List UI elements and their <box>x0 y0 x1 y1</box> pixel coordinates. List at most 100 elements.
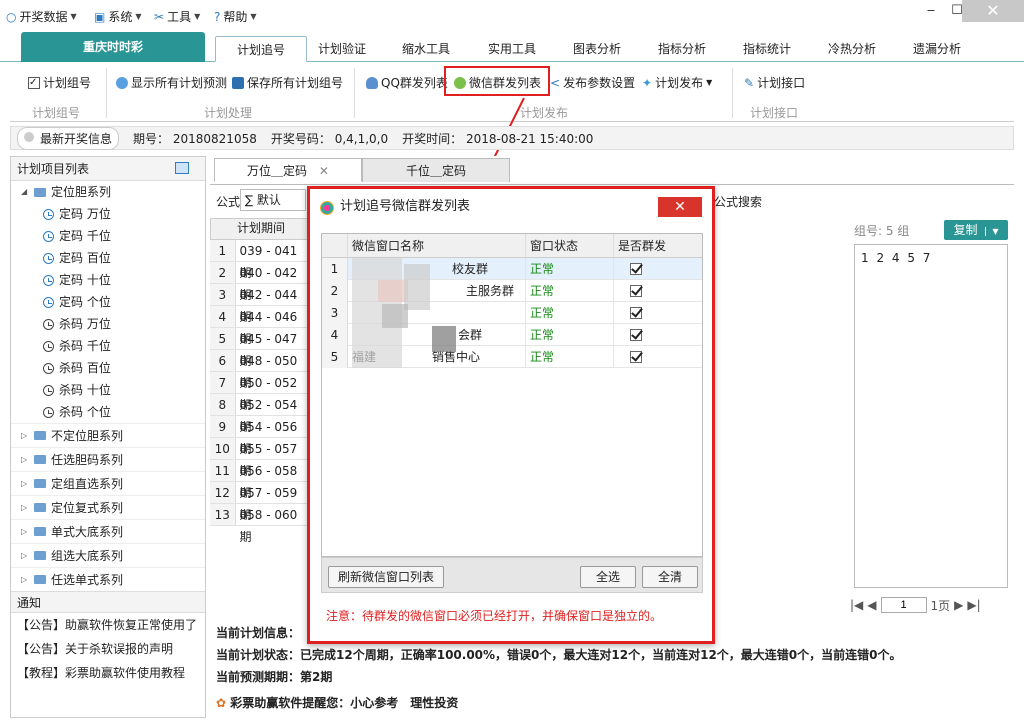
show-all-predictions-button[interactable]: 显示所有计划预测 <box>116 74 227 91</box>
sidebar-item-shama-0[interactable]: 杀码 万位 <box>11 313 205 335</box>
menu-system[interactable]: ▣ 系统 ▼ <box>94 8 142 25</box>
table-row[interactable]: 6 048 - 050期 <box>210 350 308 390</box>
tree-node-collapsed[interactable]: ▷ 定组直选系列 <box>11 471 205 495</box>
latest-draw-label[interactable]: 最新开奖信息 <box>17 126 120 150</box>
table-row[interactable]: 4 044 - 046期 <box>210 306 308 346</box>
copy-button[interactable]: 复制 ▼ <box>944 220 1008 240</box>
clear-all-button[interactable]: 全清 <box>642 566 698 588</box>
tree-node-collapsed[interactable]: ▷ 定位复式系列 <box>11 495 205 519</box>
tab-plan-chase[interactable]: 计划追号 <box>215 36 307 62</box>
subtab-qian-dingma[interactable]: 千位＿定码 <box>362 158 510 182</box>
sidebar-item-shama-1[interactable]: 杀码 千位 <box>11 335 205 357</box>
checkbox-checked-icon[interactable] <box>630 307 642 319</box>
col-header-window-state[interactable]: 窗口状态 <box>526 234 614 258</box>
ribbon-separator <box>106 68 107 118</box>
row-period: 058 - 060期 <box>239 508 298 544</box>
col-header-window-name[interactable]: 微信窗口名称 <box>348 234 526 258</box>
plan-api-button[interactable]: ✎ 计划接口 <box>744 74 805 91</box>
tab-hot-cold[interactable]: 冷热分析 <box>822 36 882 62</box>
tree-node-collapsed[interactable]: ▷ 单式大底系列 <box>11 519 205 543</box>
qq-send-list-button[interactable]: QQ群发列表 <box>366 74 448 91</box>
table-row[interactable]: 10 055 - 057期 <box>210 438 308 478</box>
subtab-wan-dingma[interactable]: 万位＿定码 ✕ <box>214 158 362 182</box>
sidebar-item-shama-3[interactable]: 杀码 十位 <box>11 379 205 401</box>
wechat-button-highlight <box>444 66 550 96</box>
col-header-send[interactable]: 是否群发 <box>614 234 702 258</box>
close-window-button[interactable]: ✕ <box>962 0 1024 22</box>
sidebar-item-dingma-3[interactable]: 定码 十位 <box>11 269 205 291</box>
page-input[interactable] <box>880 597 927 613</box>
row-period: 052 - 054期 <box>239 398 298 434</box>
table-row[interactable]: 2 040 - 042期 <box>210 262 308 302</box>
menu-lottery-data[interactable]: ○ 开奖数据 ▼ <box>6 8 77 25</box>
sidebar-item-dingma-4[interactable]: 定码 个位 <box>11 291 205 313</box>
tree-node-collapsed[interactable]: ▷ 任选胆码系列 <box>11 447 205 471</box>
table-row[interactable]: 11 056 - 058期 <box>210 460 308 500</box>
tab-utility-tools[interactable]: 实用工具 <box>482 36 542 62</box>
table-row[interactable]: 12 057 - 059期 <box>210 482 308 522</box>
dialog-close-button[interactable]: ✕ <box>658 197 702 217</box>
row-number: 1 <box>322 258 348 280</box>
table-row[interactable]: 9 054 - 056期 <box>210 416 308 456</box>
window-state: 正常 <box>526 258 614 280</box>
row-number: 9 <box>210 416 236 437</box>
sidebar-item-dingma-2[interactable]: 定码 百位 <box>11 247 205 269</box>
minimize-button[interactable]: ‒ <box>920 0 942 22</box>
notice-item[interactable]: 【公告】关于杀软误报的声明 <box>11 637 205 661</box>
last-page-icon[interactable]: ▶| <box>967 598 980 612</box>
plan-publish-button[interactable]: ✦ 计划发布 ▼ <box>642 74 712 91</box>
checkbox-checked-icon[interactable] <box>630 351 642 363</box>
lottery-brand-tab[interactable]: 重庆时时彩 <box>21 32 205 62</box>
tree-node-collapsed[interactable]: ▷ 组选大底系列 <box>11 543 205 567</box>
close-tab-icon[interactable]: ✕ <box>319 164 329 178</box>
row-number: 2 <box>322 280 348 302</box>
formula-search-link[interactable]: 公式搜索 <box>714 193 762 210</box>
notice-item[interactable]: 【公告】助赢软件恢复正常使用了 <box>11 613 205 637</box>
menu-tools[interactable]: ✂ 工具 ▼ <box>154 8 200 25</box>
tab-indicator-analysis[interactable]: 指标分析 <box>652 36 712 62</box>
tab-plan-verify[interactable]: 计划验证 <box>312 36 372 62</box>
menu-help[interactable]: ? 帮助 ▼ <box>214 8 257 25</box>
plan-group-checkbox[interactable]: ✓ 计划组号 <box>28 74 91 91</box>
table-row[interactable]: 3 042 - 044期 <box>210 284 308 324</box>
tab-omission[interactable]: 遗漏分析 <box>907 36 967 62</box>
chevron-down-icon[interactable]: ▼ <box>985 227 999 236</box>
number-textbox[interactable]: 1 2 4 5 7 <box>854 244 1008 588</box>
caret-down-icon: ◢ <box>21 187 28 196</box>
table-row[interactable]: 5 045 - 047期 <box>210 328 308 368</box>
table-row[interactable]: 13 058 - 060期 <box>210 504 308 544</box>
checkbox-checked-icon[interactable] <box>630 263 642 275</box>
tab-shrink-tools[interactable]: 缩水工具 <box>396 36 456 62</box>
sidebar-item-dingma-1[interactable]: 定码 千位 <box>11 225 205 247</box>
row-period: 044 - 046期 <box>239 310 298 346</box>
prev-page-icon[interactable]: ◀ <box>867 598 876 612</box>
sidebar-item-shama-4[interactable]: 杀码 个位 <box>11 401 205 423</box>
table-row[interactable]: 8 052 - 054期 <box>210 394 308 434</box>
select-all-button[interactable]: 全选 <box>580 566 636 588</box>
notice-item[interactable]: 【教程】彩票助赢软件使用教程 <box>11 661 205 685</box>
sidebar-item-shama-2[interactable]: 杀码 百位 <box>11 357 205 379</box>
sidebar-item-dingma-0[interactable]: 定码 万位 <box>11 203 205 225</box>
save-all-groups-button[interactable]: 保存所有计划组号 <box>232 74 343 91</box>
formula-select[interactable]: ∑ 默认 <box>240 189 306 211</box>
tree-node-collapsed[interactable]: ▷ 任选单式系列 <box>11 567 205 591</box>
tree-node-positioning[interactable]: ◢ 定位胆系列 <box>11 181 205 203</box>
publish-params-button[interactable]: < 发布参数设置 <box>550 74 635 91</box>
row-period: 055 - 057期 <box>239 442 298 478</box>
dialog-title-bar: 计划追号微信群发列表 ✕ <box>310 189 712 225</box>
table-row[interactable]: 1 039 - 041期 <box>210 240 308 280</box>
first-page-icon[interactable]: |◀ <box>850 598 863 612</box>
row-number: 8 <box>210 394 236 415</box>
table-row[interactable]: 7 050 - 052期 <box>210 372 308 412</box>
clock-icon <box>43 208 54 220</box>
checkbox-checked-icon[interactable] <box>630 329 642 341</box>
folder-icon <box>34 527 46 536</box>
checkbox-checked-icon[interactable] <box>630 285 642 297</box>
tab-chart-analysis[interactable]: 图表分析 <box>567 36 627 62</box>
next-page-icon[interactable]: ▶ <box>954 598 963 612</box>
flower-icon: ✿ <box>216 696 227 710</box>
copy-panel-icon[interactable] <box>175 162 189 174</box>
tree-node-collapsed[interactable]: ▷ 不定位胆系列 <box>11 423 205 447</box>
tab-indicator-stats[interactable]: 指标统计 <box>737 36 797 62</box>
refresh-window-list-button[interactable]: 刷新微信窗口列表 <box>328 566 444 588</box>
